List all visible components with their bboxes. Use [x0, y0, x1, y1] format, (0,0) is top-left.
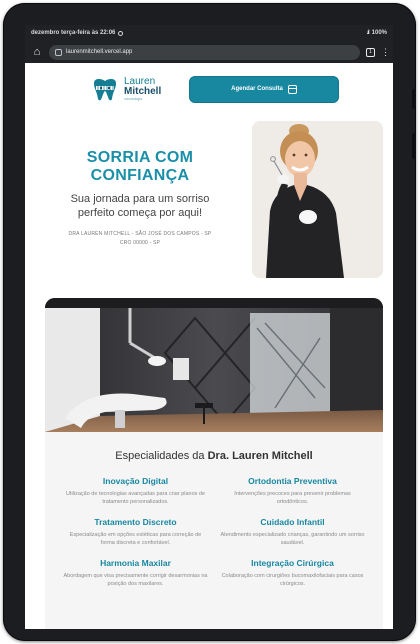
- doctor-cro: CRO 00000 - SP: [119, 240, 161, 246]
- address-bar[interactable]: laurenmitchell.vercel.app: [49, 44, 360, 60]
- tabs-icon[interactable]: 1: [366, 47, 375, 57]
- hero-title-line-1: SORRIA COM: [86, 149, 194, 166]
- specialty-description: Especialização em opções estéticas para …: [69, 532, 202, 546]
- hero-subtitle-line-2: perfeito começa por aqui!: [77, 207, 203, 219]
- logo[interactable]: Lauren Mitchell odontologia: [90, 76, 162, 102]
- clinic-interior-illustration: [45, 298, 383, 432]
- specialties-grid: Inovação Digital Utilização de tecnologi…: [45, 462, 383, 588]
- specialty-card: Inovação Digital Utilização de tecnologi…: [63, 476, 208, 506]
- specialty-description: Intervenções precoces para prevenir prob…: [234, 491, 351, 505]
- battery-level: 100%: [371, 30, 387, 36]
- specialty-card: Ortodontia Preventiva Intervenções preco…: [220, 476, 365, 506]
- tooth-logo-icon: [94, 78, 116, 101]
- specialty-card: Harmonia Maxilar Abordagem que visa prec…: [63, 558, 208, 588]
- specialty-description: Utilização de tecnologias avançadas para…: [65, 491, 206, 505]
- logo-subtitle: odontologia: [124, 96, 143, 101]
- schedule-button-label: Agendar Consulta: [231, 86, 283, 92]
- doctor-photo: [252, 121, 383, 278]
- status-bar: dezembro terça-feira às 22:06 .ıl 100%: [25, 25, 393, 41]
- browser-toolbar: ⌂ laurenmitchell.vercel.app 1 ⋮: [25, 41, 393, 63]
- tablet-frame: dezembro terça-feira às 22:06 .ıl 100% ⌂…: [3, 3, 416, 641]
- logo-last-name: Mitchell: [124, 85, 162, 97]
- clinic-photo: [45, 298, 383, 432]
- hero-title: SORRIA COM CONFIANÇA: [39, 149, 241, 185]
- specialty-title: Cuidado Infantil: [260, 517, 325, 527]
- specialty-title: Integração Cirúrgica: [251, 558, 334, 568]
- menu-icon[interactable]: ⋮: [381, 47, 390, 58]
- hero-subtitle-line-1: Sua jornada para um sorriso: [70, 193, 210, 205]
- power-button: [412, 89, 416, 109]
- calendar-icon: [287, 84, 297, 94]
- specialty-description: Abordagem que visa precisamente corrigir…: [63, 573, 208, 587]
- doctor-location: DRA LAUREN MITCHELL - SÃO JOSÉ DOS CAMPO…: [68, 231, 212, 237]
- schedule-appointment-button[interactable]: Agendar Consulta: [189, 75, 339, 103]
- specialty-card: Cuidado Infantil Atendimento especializa…: [220, 517, 365, 547]
- specialty-card: Integração Cirúrgica Colaboração com cir…: [220, 558, 365, 588]
- hero-section: SORRIA COM CONFIANÇA Sua jornada para um…: [25, 115, 393, 289]
- doctor-portrait-illustration: [252, 121, 383, 278]
- screen: dezembro terça-feira às 22:06 .ıl 100% ⌂…: [25, 25, 393, 629]
- specialties-heading: Especialidades da Dra. Lauren Mitchell: [45, 450, 383, 462]
- specialties-heading-name: Dra. Lauren Mitchell: [207, 450, 313, 462]
- hero-title-line-2: CONFIANÇA: [90, 167, 190, 184]
- signal-icon: .ıl: [366, 30, 370, 36]
- status-datetime: dezembro terça-feira às 22:06: [31, 30, 116, 36]
- specialty-title: Ortodontia Preventiva: [248, 476, 337, 486]
- home-icon[interactable]: ⌂: [31, 46, 43, 58]
- volume-button: [412, 133, 416, 159]
- specialty-title: Inovação Digital: [102, 476, 169, 486]
- specialties-heading-prefix: Especialidades da: [115, 450, 205, 462]
- web-page: Lauren Mitchell odontologia Agendar Cons…: [25, 63, 393, 629]
- specialties-section: Especialidades da Dra. Lauren Mitchell I…: [45, 432, 383, 629]
- specialty-description: Atendimento especializado crianças, gara…: [220, 532, 365, 546]
- specialty-card: Tratamento Discreto Especialização em op…: [63, 517, 208, 547]
- site-info-icon[interactable]: [55, 48, 62, 56]
- hero-meta: DRA LAUREN MITCHELL - SÃO JOSÉ DOS CAMPO…: [39, 230, 241, 248]
- site-header: Lauren Mitchell odontologia Agendar Cons…: [25, 63, 393, 115]
- specialty-title: Tratamento Discreto: [94, 517, 177, 527]
- specialty-title: Harmonia Maxilar: [100, 558, 171, 568]
- url-text: laurenmitchell.vercel.app: [66, 49, 133, 55]
- notification-icon: [118, 30, 124, 36]
- specialty-description: Colaboração com cirurgiões bucomaxilofac…: [221, 573, 364, 587]
- hero-subtitle: Sua jornada para um sorriso perfeito com…: [39, 192, 241, 220]
